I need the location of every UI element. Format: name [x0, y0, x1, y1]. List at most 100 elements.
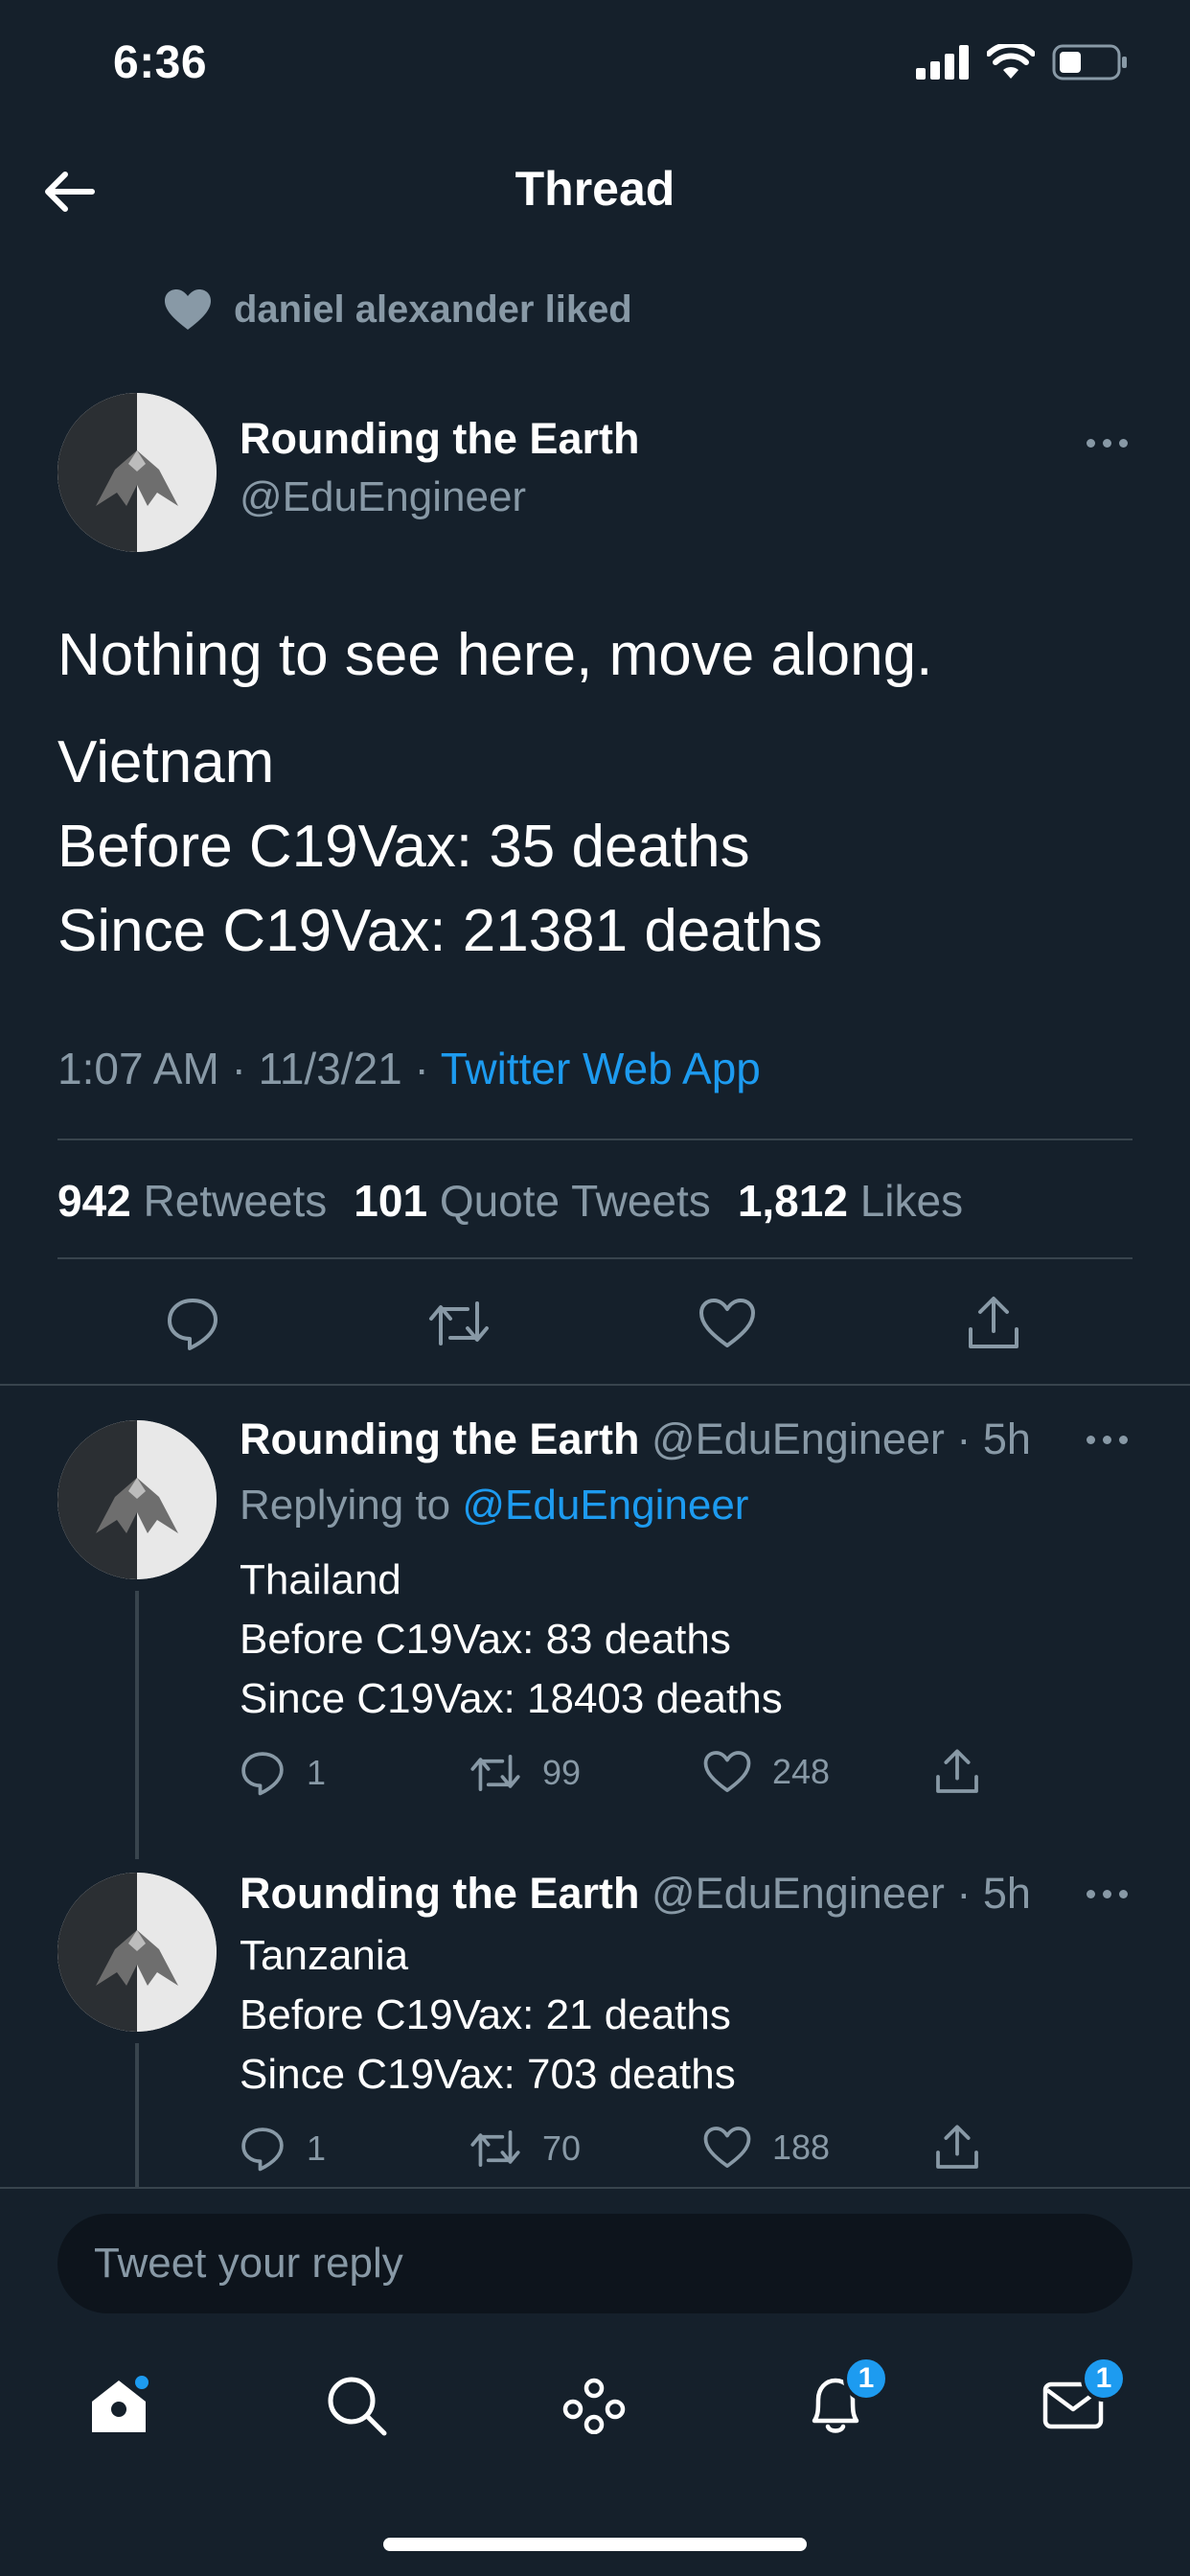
- more-icon[interactable]: [1087, 439, 1128, 448]
- avatar-image: [57, 1873, 217, 2032]
- reply-action-share[interactable]: [933, 1748, 981, 1796]
- reply-author-name[interactable]: Rounding the Earth: [240, 1869, 639, 1918]
- divider: [0, 2187, 1190, 2189]
- thread-line: [135, 2043, 139, 2187]
- tweet-time: 1:07 AM: [57, 1044, 219, 1093]
- tab-bar: 1 1: [0, 2338, 1190, 2472]
- social-context: daniel alexander liked: [163, 288, 632, 332]
- avatar[interactable]: [57, 1873, 217, 2032]
- avatar-image: [57, 393, 217, 552]
- reply-action-retweet[interactable]: 70: [469, 2126, 581, 2172]
- tweet-meta: 1:07 AM · 11/3/21 · Twitter Web App: [57, 1043, 761, 1094]
- like-icon: [703, 1751, 751, 1793]
- meta-separator: ·: [944, 1869, 983, 1918]
- thread-line: [135, 1591, 139, 1859]
- avatar[interactable]: [57, 393, 217, 552]
- status-icons: [916, 44, 1129, 80]
- likes-count: 1,812: [737, 1176, 848, 1226]
- retweets-label: Retweets: [143, 1176, 328, 1226]
- home-icon: [92, 2376, 149, 2432]
- retweet-count: 70: [542, 2128, 582, 2168]
- more-icon[interactable]: [1087, 1890, 1128, 1898]
- heart-icon: [165, 289, 211, 330]
- meta-separator: ·: [231, 1044, 259, 1093]
- author-handle[interactable]: @EduEngineer: [240, 473, 526, 521]
- battery-icon: [1052, 44, 1127, 80]
- like-icon: [699, 1299, 755, 1347]
- reply-composer[interactable]: Tweet your reply: [57, 2214, 1133, 2313]
- more-icon[interactable]: [1087, 1436, 1128, 1444]
- replying-to-link[interactable]: @EduEngineer: [462, 1482, 748, 1529]
- reply-text-line: Since C19Vax: 703 deaths: [240, 2051, 736, 2098]
- tweet-source-link[interactable]: Twitter Web App: [441, 1044, 761, 1093]
- tweet-text-line: Before C19Vax: 35 deaths: [57, 814, 750, 880]
- reply-text: Thailand Before C19Vax: 83 deaths Since …: [240, 1551, 783, 1729]
- reply-text-line: Since C19Vax: 18403 deaths: [240, 1675, 783, 1722]
- tweet-text-line: Since C19Vax: 21381 deaths: [57, 898, 823, 964]
- share-icon: [969, 1297, 1018, 1348]
- retweet-button[interactable]: [425, 1290, 492, 1357]
- retweet-icon: [470, 1754, 520, 1792]
- quotes-stat[interactable]: 101 Quote Tweets: [354, 1175, 711, 1227]
- reply-text-line: Tanzania: [240, 1932, 409, 1979]
- likes-label: Likes: [859, 1176, 964, 1226]
- author-name[interactable]: Rounding the Earth: [240, 414, 639, 464]
- likes-stat[interactable]: 1,812 Likes: [738, 1175, 963, 1227]
- avatar[interactable]: [57, 1420, 217, 1579]
- page-title: Thread: [515, 162, 675, 216]
- reply-count: 1: [307, 1753, 327, 1792]
- status-time: 6:36: [113, 37, 208, 88]
- retweets-count: 942: [57, 1176, 131, 1226]
- reply-action-reply[interactable]: 1: [240, 2126, 326, 2172]
- tab-search[interactable]: [299, 2338, 414, 2472]
- reply-text-line: Thailand: [240, 1556, 401, 1603]
- reply-action-like[interactable]: 188: [703, 2126, 830, 2170]
- reply-header: Rounding the Earth @EduEngineer · 5h: [240, 1869, 1031, 1919]
- reply-action-share[interactable]: [933, 2124, 981, 2172]
- like-icon: [703, 2127, 751, 2169]
- avatar-image: [57, 1420, 217, 1579]
- meta-separator: ·: [944, 1414, 983, 1463]
- reply-action-reply[interactable]: 1: [240, 1750, 326, 1796]
- quotes-count: 101: [354, 1176, 428, 1226]
- divider: [57, 1138, 1133, 1140]
- reply-author-name[interactable]: Rounding the Earth: [240, 1414, 639, 1463]
- social-context-text: daniel alexander liked: [234, 288, 632, 331]
- like-count: 188: [772, 2128, 831, 2167]
- search-icon: [328, 2377, 387, 2436]
- tab-messages[interactable]: 1: [1016, 2338, 1131, 2472]
- reply-age: 5h: [982, 1414, 1031, 1463]
- reply-action-like[interactable]: 248: [703, 1750, 830, 1794]
- reply-count: 1: [307, 2128, 327, 2168]
- tab-home[interactable]: [61, 2338, 176, 2472]
- meta-separator: ·: [414, 1044, 441, 1093]
- like-count: 248: [772, 1752, 831, 1791]
- tab-spaces[interactable]: [537, 2338, 652, 2472]
- reply-author-handle[interactable]: @EduEngineer: [652, 1414, 945, 1463]
- reply-composer-placeholder: Tweet your reply: [94, 2240, 403, 2287]
- reply-action-retweet[interactable]: 99: [469, 1750, 581, 1796]
- reply-author-handle[interactable]: @EduEngineer: [652, 1869, 945, 1918]
- reply-icon: [168, 1299, 217, 1350]
- like-button[interactable]: [694, 1290, 761, 1357]
- reply-text: Tanzania Before C19Vax: 21 deaths Since …: [240, 1926, 736, 2104]
- divider: [0, 1384, 1190, 1386]
- share-button[interactable]: [960, 1290, 1027, 1357]
- share-icon: [936, 1749, 978, 1793]
- tweet-text-line: Vietnam: [57, 729, 275, 795]
- home-indicator[interactable]: [383, 2538, 807, 2551]
- reply-button[interactable]: [159, 1290, 226, 1357]
- messages-badge: 1: [1081, 2356, 1127, 2402]
- reply-text-line: Before C19Vax: 21 deaths: [240, 1991, 731, 2038]
- retweet-icon: [470, 2129, 520, 2168]
- retweets-stat[interactable]: 942 Retweets: [57, 1175, 327, 1227]
- divider: [57, 1257, 1133, 1259]
- quotes-label: Quote Tweets: [439, 1176, 711, 1226]
- tweet-stats: 942 Retweets 101 Quote Tweets 1,812 Like…: [57, 1175, 963, 1227]
- spaces-icon: [562, 2378, 626, 2434]
- replying-label: Replying to: [240, 1482, 451, 1529]
- reply-icon: [241, 1752, 284, 1796]
- share-icon: [936, 2125, 978, 2169]
- tab-notifications[interactable]: 1: [778, 2338, 893, 2472]
- reply-icon: [241, 2128, 284, 2172]
